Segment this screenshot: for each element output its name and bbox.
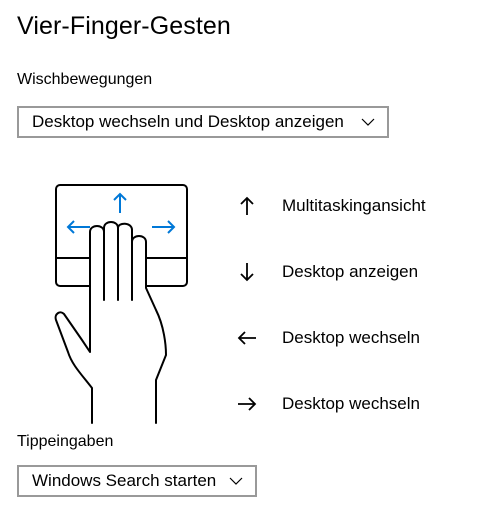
arrow-right-icon — [232, 392, 262, 416]
taps-dropdown-value: Windows Search starten — [32, 471, 217, 490]
arrow-up-icon — [232, 194, 262, 218]
legend-row-right: Desktop wechseln — [232, 392, 420, 416]
legend-row-left: Desktop wechseln — [232, 326, 420, 350]
chevron-down-icon — [229, 477, 243, 485]
arrow-down-icon — [232, 260, 262, 284]
four-finger-gesture-illustration — [52, 180, 192, 428]
legend-row-up: Multitaskingansicht — [232, 194, 426, 218]
swipes-label: Wischbewegungen — [17, 71, 153, 88]
legend-row-down: Desktop anzeigen — [232, 260, 418, 284]
swipes-dropdown-value: Desktop wechseln und Desktop anzeigen — [32, 112, 344, 131]
arrow-left-icon — [232, 326, 262, 350]
taps-dropdown[interactable]: Windows Search starten — [17, 465, 257, 497]
legend-label-up: Multitaskingansicht — [282, 196, 426, 215]
legend-label-down: Desktop anzeigen — [282, 262, 419, 281]
taps-label: Tippeingaben — [17, 433, 114, 450]
chevron-down-icon — [361, 118, 375, 126]
legend-label-right: Desktop wechseln — [282, 394, 420, 413]
swipes-dropdown[interactable]: Desktop wechseln und Desktop anzeigen — [17, 106, 389, 138]
page-title: Vier-Finger-Gesten — [17, 12, 231, 40]
legend-label-left: Desktop wechseln — [282, 328, 420, 347]
